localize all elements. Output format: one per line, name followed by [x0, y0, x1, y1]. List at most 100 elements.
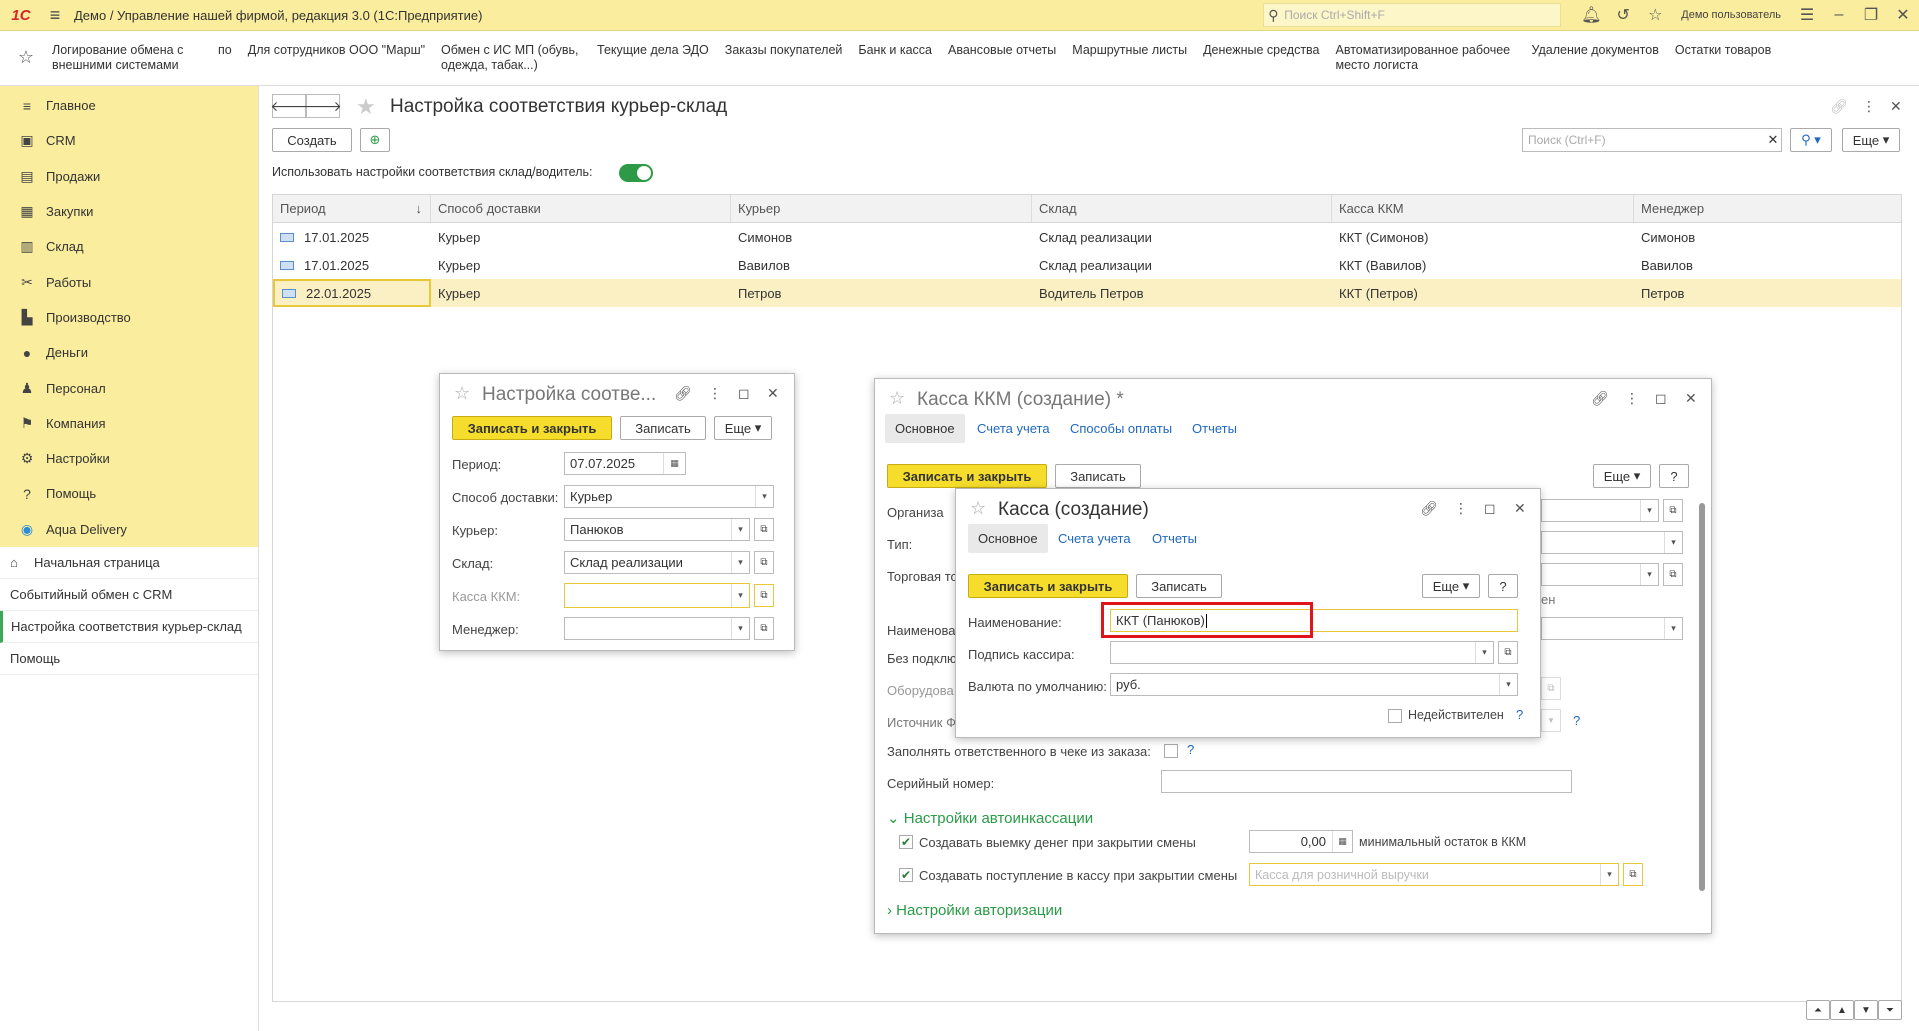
minimize-icon[interactable]: – — [1823, 0, 1855, 31]
source-help-icon[interactable]: ? — [1573, 713, 1580, 728]
column-courier[interactable]: Курьер — [731, 195, 1032, 222]
column-manager[interactable]: Менеджер — [1634, 195, 1901, 222]
open-icon[interactable]: ⧉ — [754, 551, 774, 574]
auth-section-toggle[interactable]: › Настройки авторизации — [887, 902, 1062, 919]
chevron-down-icon[interactable]: ▾ — [731, 584, 749, 607]
column-kkm[interactable]: Касса ККМ — [1332, 195, 1634, 222]
open-icon[interactable]: ⧉ — [754, 518, 774, 541]
open-icon[interactable]: ⧉ — [1663, 563, 1683, 586]
receipt-checkbox[interactable]: ✔ — [899, 868, 913, 882]
auto-collection-section-toggle[interactable]: ⌄ Настройки автоинкассации — [887, 809, 1093, 827]
quick-link[interactable]: Текущие дела ЭДО — [597, 43, 709, 58]
help-button[interactable]: ? — [1659, 464, 1689, 488]
use-settings-toggle[interactable] — [619, 164, 653, 182]
more-button[interactable]: Еще ▾ — [1593, 464, 1651, 488]
tab-accounts[interactable]: Счета учета — [1058, 531, 1131, 546]
quick-link[interactable]: Обмен с ИС МП (обувь, одежда, табак...) — [441, 43, 581, 73]
sidebar-item-crm[interactable]: ▣ CRM — [0, 123, 258, 158]
chevron-down-icon[interactable]: ▾ — [1664, 532, 1682, 553]
copy-create-button[interactable]: ⊕ — [360, 128, 390, 152]
save-button[interactable]: Записать — [620, 416, 706, 440]
withdraw-amount-input[interactable]: 0,00 ▦ — [1249, 830, 1353, 853]
open-icon[interactable]: ⧉ — [754, 584, 774, 607]
kkm-input[interactable]: ▾ — [564, 583, 750, 608]
scroll-down-button[interactable]: ▼ — [1854, 1000, 1878, 1020]
search-button[interactable]: ⚲ ▾ — [1790, 128, 1832, 152]
chevron-down-icon[interactable]: ▾ — [1600, 864, 1618, 885]
link-icon[interactable]: 🔗︎ — [1830, 98, 1848, 115]
tab-payment-methods[interactable]: Способы оплаты — [1070, 421, 1172, 436]
open-icon[interactable]: ⧉ — [1541, 677, 1561, 700]
sidebar-item-personnel[interactable]: ♟ Персонал — [0, 370, 258, 405]
more-button[interactable]: Еще ▾ — [1422, 574, 1480, 598]
calculator-icon[interactable]: ▦ — [1332, 831, 1352, 852]
maximize-icon[interactable]: ◻ — [1655, 390, 1667, 407]
source-select[interactable]: ▾ — [1541, 709, 1561, 732]
serial-input[interactable] — [1161, 770, 1572, 793]
forward-button[interactable]: 🡒 — [304, 94, 342, 118]
name-field-behind[interactable]: ▾ — [1541, 617, 1683, 640]
sidebar-item-production[interactable]: ▙ Производство — [0, 300, 258, 335]
close-icon[interactable]: ✕ — [1887, 0, 1919, 31]
chevron-down-icon[interactable]: ▾ — [731, 519, 749, 540]
quick-link[interactable]: Денежные средства — [1203, 43, 1319, 58]
org-select[interactable]: ▾ — [1541, 499, 1659, 522]
help-icon[interactable]: ? — [1187, 742, 1194, 757]
receipt-cash-input[interactable]: Касса для розничной выручки ▾ — [1249, 863, 1619, 886]
back-button[interactable]: 🡐 — [270, 94, 308, 118]
quick-link[interactable]: Автоматизированное рабочее место логиста — [1336, 43, 1516, 73]
type-select[interactable]: ▾ — [1541, 531, 1683, 554]
save-close-button[interactable]: Записать и закрыть — [452, 416, 612, 440]
favorite-star-icon[interactable]: ☆ — [889, 388, 905, 409]
sidebar-item-company[interactable]: ⚑ Компания — [0, 406, 258, 441]
quick-link[interactable]: Удаление документов — [1532, 43, 1659, 58]
link-icon[interactable]: 🔗︎ — [674, 385, 692, 402]
save-button[interactable]: Записать — [1055, 464, 1141, 488]
tab-reports[interactable]: Отчеты — [1192, 421, 1237, 436]
link-icon[interactable]: 🔗︎ — [1420, 500, 1438, 517]
cashier-signature-input[interactable]: ▾ — [1110, 641, 1494, 664]
global-search-input[interactable]: ⚲ Поиск Ctrl+Shift+F — [1263, 3, 1562, 27]
sidebar-item-help[interactable]: ? Помощь — [0, 476, 258, 511]
chevron-down-icon[interactable]: ▾ — [1499, 674, 1517, 695]
more-vertical-icon[interactable]: ⋮ — [1625, 390, 1639, 407]
tab-main[interactable]: Основное — [885, 414, 965, 443]
chevron-down-icon[interactable]: ▾ — [1640, 564, 1658, 585]
maximize-icon[interactable]: ◻ — [738, 385, 750, 402]
list-search-input[interactable]: Поиск (Ctrl+F) — [1522, 128, 1782, 152]
user-name[interactable]: Демо пользователь — [1671, 9, 1791, 21]
close-icon[interactable]: ✕ — [1685, 390, 1697, 407]
chevron-down-icon[interactable]: ▾ — [1640, 500, 1658, 521]
calendar-icon[interactable]: ▦ — [663, 453, 685, 474]
courier-input[interactable]: Панюков ▾ — [564, 518, 750, 541]
open-icon[interactable]: ⧉ — [754, 617, 774, 640]
close-icon[interactable]: ✕ — [767, 385, 779, 402]
more-button[interactable]: Еще ▾ — [1842, 128, 1900, 152]
sidebar-item-aqua-delivery[interactable]: ◉ Aqua Delivery — [0, 512, 258, 547]
settings-menu-icon[interactable]: ☰ — [1791, 0, 1823, 31]
table-row[interactable]: 17.01.2025 Курьер Вавилов Склад реализац… — [273, 251, 1901, 279]
delivery-select[interactable]: Курьер ▾ — [564, 485, 774, 508]
table-row[interactable]: 17.01.2025 Курьер Симонов Склад реализац… — [273, 223, 1901, 251]
favorite-star-icon[interactable]: ★ — [356, 94, 376, 120]
history-icon[interactable]: ↺ — [1607, 0, 1639, 31]
quick-link[interactable]: Заказы покупателей — [725, 43, 843, 58]
favorite-star-icon[interactable]: ☆ — [970, 498, 986, 519]
more-vertical-icon[interactable]: ⋮ — [708, 385, 722, 402]
quick-link[interactable]: Остатки товаров — [1675, 43, 1771, 58]
tab-main[interactable]: Основное — [968, 524, 1048, 553]
scrollbar[interactable] — [1699, 503, 1705, 891]
sidebar-item-sales[interactable]: ▤ Продажи — [0, 159, 258, 194]
chevron-down-icon[interactable]: ▾ — [755, 486, 773, 507]
sidebar-item-works[interactable]: ✂ Работы — [0, 264, 258, 299]
more-button[interactable]: Еще ▾ — [714, 416, 772, 440]
create-button[interactable]: Создать — [272, 128, 352, 152]
menu-icon[interactable]: ≡ — [42, 0, 68, 31]
favorites-star-icon[interactable]: ☆ — [1639, 0, 1671, 31]
sidebar-item-warehouse[interactable]: ▥ Склад — [0, 229, 258, 264]
open-window-crm-exchange[interactable]: Событийный обмен с CRM — [0, 579, 258, 611]
favorite-star-icon[interactable]: ☆ — [454, 383, 470, 404]
fill-responsible-checkbox[interactable] — [1164, 744, 1178, 758]
help-icon[interactable]: ? — [1516, 707, 1523, 722]
clear-search-icon[interactable]: ✕ — [1764, 128, 1782, 152]
